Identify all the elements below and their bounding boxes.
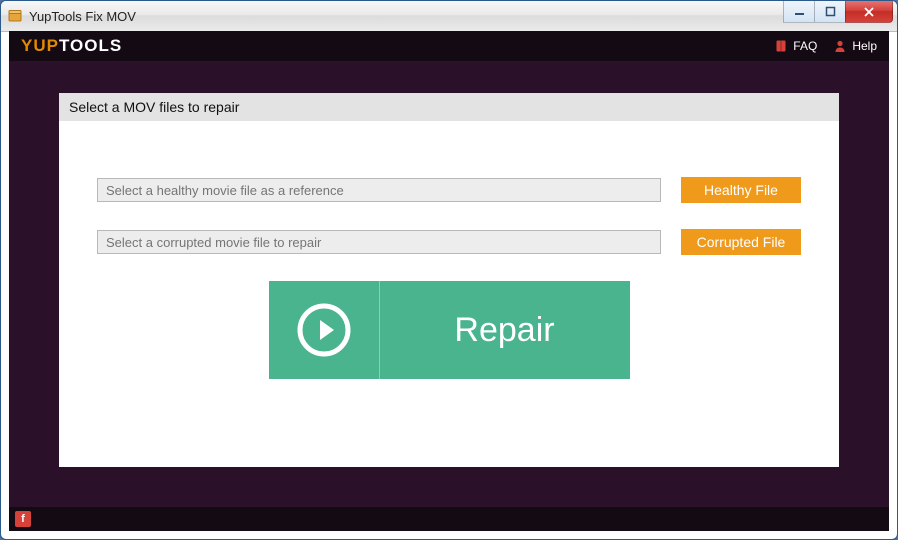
faq-link[interactable]: FAQ xyxy=(774,39,817,53)
help-link[interactable]: Help xyxy=(833,39,877,53)
app-icon xyxy=(7,8,23,24)
app-frame: YUPTOOLS FAQ Help Select a MOV files to … xyxy=(9,31,889,531)
window-title: YupTools Fix MOV xyxy=(29,9,784,24)
app-header: YUPTOOLS FAQ Help xyxy=(9,31,889,61)
corrupted-file-input[interactable] xyxy=(97,230,661,254)
healthy-file-input[interactable] xyxy=(97,178,661,202)
corrupted-row: Corrupted File xyxy=(97,229,801,255)
app-footer: f xyxy=(9,507,889,531)
app-body: Select a MOV files to repair Healthy Fil… xyxy=(9,61,889,507)
repair-wrap: Repair xyxy=(97,281,801,379)
panel-title: Select a MOV files to repair xyxy=(59,93,839,121)
play-circle-icon xyxy=(269,281,380,379)
brand-part1: YUP xyxy=(21,36,59,55)
app-window: YupTools Fix MOV YUPTOOLS FAQ xyxy=(0,0,898,540)
book-icon xyxy=(774,39,788,53)
minimize-button[interactable] xyxy=(783,1,815,23)
close-button[interactable] xyxy=(845,1,893,23)
help-label: Help xyxy=(852,39,877,53)
user-icon xyxy=(833,39,847,53)
faq-label: FAQ xyxy=(793,39,817,53)
titlebar[interactable]: YupTools Fix MOV xyxy=(1,1,897,32)
form-area: Healthy File Corrupted File xyxy=(59,121,839,379)
maximize-button[interactable] xyxy=(814,1,846,23)
healthy-row: Healthy File xyxy=(97,177,801,203)
repair-button[interactable]: Repair xyxy=(269,281,630,379)
brand-logo: YUPTOOLS xyxy=(21,36,122,56)
window-controls xyxy=(784,1,893,22)
main-panel: Select a MOV files to repair Healthy Fil… xyxy=(59,93,839,467)
corrupted-file-button[interactable]: Corrupted File xyxy=(681,229,801,255)
brand-part2: TOOLS xyxy=(59,36,122,55)
healthy-file-button[interactable]: Healthy File xyxy=(681,177,801,203)
facebook-link[interactable]: f xyxy=(15,511,31,527)
repair-label: Repair xyxy=(380,281,630,379)
